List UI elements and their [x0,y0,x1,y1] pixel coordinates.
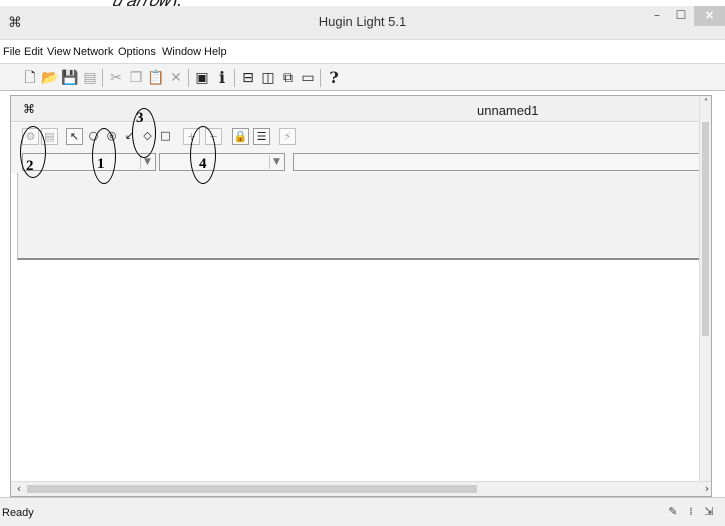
annotation-number-4: 4 [199,156,207,172]
menu-network[interactable]: Network [73,46,113,58]
annotation-ellipse-4 [190,126,216,184]
document-titlebar: ⌘ unnamed1 [11,96,711,122]
scroll-left-icon[interactable]: ‹ [13,483,25,495]
annotation-number-1: 1 [97,156,105,172]
table-icon[interactable]: ☰ [253,128,270,145]
menu-edit[interactable]: Edit [24,46,43,58]
minimize-button[interactable]: – [646,6,668,26]
scroll-right-icon[interactable]: › [701,483,713,495]
menu-options[interactable]: Options [118,46,156,58]
label-field[interactable] [293,153,711,171]
vertical-scroll-thumb[interactable] [702,122,709,336]
window-titlebar: ⌘ Hugin Light 5.1 – ☐ × [0,6,725,40]
layout-vertical-icon[interactable]: ◫ [258,68,278,88]
grid-icon: ⁞ [689,505,693,518]
combo-row: ▼ ▼ [11,151,711,173]
function-node-icon[interactable]: □ [157,128,174,145]
status-text: Ready [2,507,34,519]
print-preview-icon[interactable]: ▤ [80,68,100,88]
status-bar: Ready ✎ ⁞ ⇲ [0,497,725,526]
vertical-scrollbar[interactable]: ˄ ˅ [699,96,711,496]
menubar: File Edit View Network Options Window He… [0,41,725,63]
layout-single-icon[interactable]: ▭ [298,68,318,88]
pencil-icon: ✎ [668,505,678,518]
network-document-icon: ⌘ [23,102,35,116]
close-button[interactable]: × [694,6,725,26]
horizontal-scrollbar[interactable]: ‹ › [11,481,711,496]
node-table-panel [17,173,707,260]
cut-icon[interactable]: ✂ [106,68,126,88]
scroll-up-icon[interactable]: ˄ [700,98,712,110]
node-type-dropdown[interactable]: ▼ [159,153,285,171]
main-toolbar: 🗋 📂 💾 ▤ ✂ ❐ 📋 ✕ ▣ i ⊟ ◫ ⧉ ▭ ? [0,63,725,91]
network-canvas[interactable] [11,261,711,481]
menu-view[interactable]: View [47,46,71,58]
menu-help[interactable]: Help [204,46,227,58]
menu-window[interactable]: Window [162,46,201,58]
window-title: Hugin Light 5.1 [318,14,407,29]
resize-grip-icon[interactable]: ⇲ [702,505,716,519]
paste-icon[interactable]: 📋 [146,68,166,88]
help-icon[interactable]: ? [324,68,344,88]
chevron-down-icon[interactable]: ▼ [269,155,283,169]
copy-icon[interactable]: ❐ [126,68,146,88]
lightning-icon[interactable]: ⚡ [279,128,296,145]
new-file-icon[interactable]: 🗋 [20,68,40,88]
layout-horizontal-icon[interactable]: ⊟ [238,68,258,88]
open-folder-icon[interactable]: 📂 [40,68,60,88]
document-toolbar: ⚙ ▤ ↖ ○ ◎ ↙ ◇ □ + − 🔒 ☰ ⚡ [11,123,711,151]
delete-icon[interactable]: ✕ [166,68,186,88]
horizontal-scroll-thumb[interactable] [27,485,477,493]
layout-cascade-icon[interactable]: ⧉ [278,68,298,88]
info-icon[interactable]: i [212,68,232,88]
save-icon[interactable]: 💾 [60,68,80,88]
maximize-button[interactable]: ☐ [670,6,692,26]
document-title: unnamed1 [477,103,539,118]
lock-icon[interactable]: 🔒 [232,128,249,145]
properties-icon[interactable]: ▣ [192,68,212,88]
annotation-number-2: 2 [26,158,34,174]
select-arrow-icon[interactable]: ↖ [66,128,83,145]
annotation-number-3: 3 [136,110,144,126]
menu-file[interactable]: File [3,46,21,58]
